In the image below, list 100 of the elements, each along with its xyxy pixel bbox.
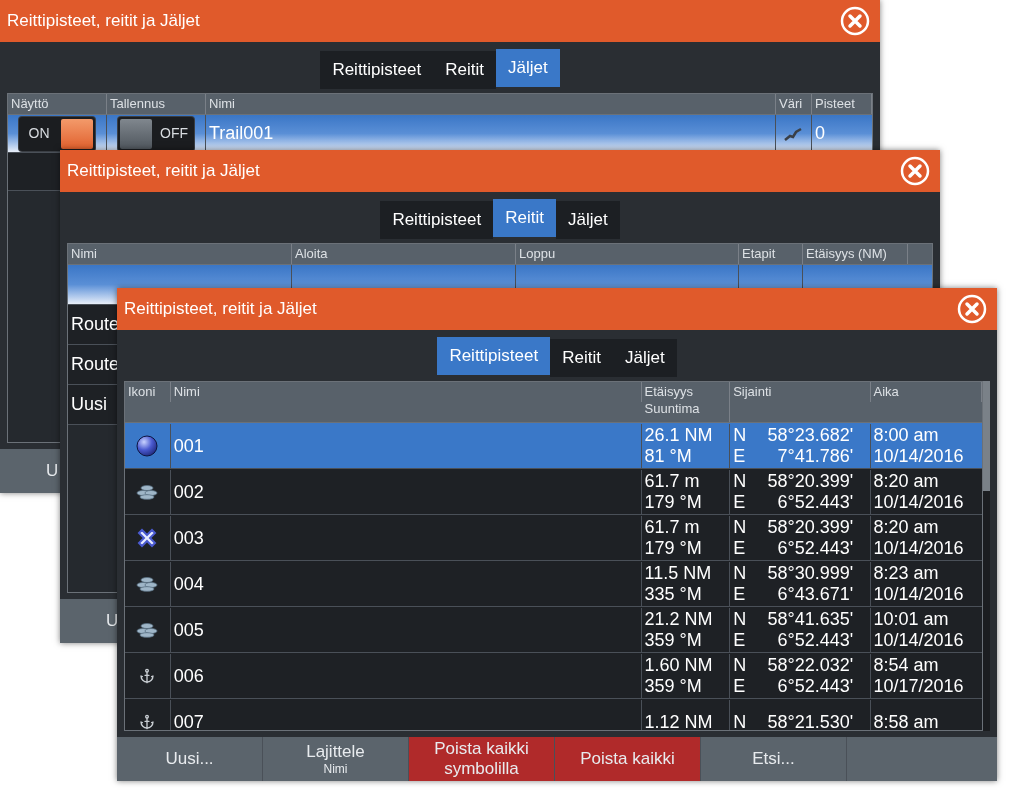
time: 10:01 am (873, 609, 950, 630)
toggle-switch[interactable]: ON (19, 116, 95, 151)
column-header[interactable]: Etapit (742, 245, 799, 262)
column-header[interactable]: Ikoni (128, 383, 167, 400)
date: 10/14/2016 (873, 446, 964, 467)
anchor-icon (139, 714, 156, 730)
table-row[interactable]: 001 26.1 NM 81 °M N 58°23.682' E 7°41.786' 8:00 am 10/14/2016 (125, 423, 982, 469)
hemisphere: N (733, 517, 748, 538)
column-header[interactable]: Aloita (295, 245, 512, 262)
toggle-switch[interactable]: OFF (118, 116, 194, 151)
close-icon[interactable] (957, 294, 987, 324)
column-header[interactable]: Etäisyys (NM) (806, 245, 904, 262)
table-row[interactable]: 003 61.7 m 179 °M N 58°20.399' E 6°52.443' 8:20 am 10/14/2016 (125, 515, 982, 561)
bottom-button[interactable]: Poista kaikki symbolilla (409, 737, 555, 781)
scrollbar[interactable] (983, 381, 990, 731)
column-header[interactable]: Tallennus (110, 95, 202, 112)
track-name: Trail001 (209, 122, 274, 145)
column-header[interactable]: Pisteet (815, 95, 868, 112)
waypoint-name: 004 (173, 572, 204, 596)
tab[interactable]: Reittipisteet (380, 201, 494, 239)
column-header[interactable]: Väri (779, 95, 808, 112)
hemisphere: E (733, 538, 747, 559)
date: 10/14/2016 (873, 584, 964, 605)
tab[interactable]: Jäljet (555, 201, 620, 239)
tab[interactable]: Reitit (493, 199, 556, 237)
bearing: 335 °M (644, 584, 703, 605)
column-header[interactable]: Etäisyys (644, 383, 727, 400)
distance: 61.7 m (644, 471, 701, 492)
longitude: 6°52.443' (776, 538, 854, 559)
latitude: 58°22.032' (766, 655, 854, 676)
time: 8:54 am (873, 655, 940, 676)
tab[interactable]: Reittipisteet (437, 337, 551, 375)
waypoint-name: 007 (173, 710, 204, 730)
latitude: 58°41.635' (766, 609, 854, 630)
column-header[interactable]: Loppu (519, 245, 735, 262)
table-row[interactable]: 006 1.60 NM 359 °M N 58°22.032' E 6°52.443' 8:54 am 10/17/2016 (125, 653, 982, 699)
distance: 61.7 m (644, 517, 701, 538)
hemisphere: E (733, 446, 747, 467)
bearing: 179 °M (644, 492, 702, 513)
waypoint-name: 006 (173, 664, 204, 688)
cross-icon (136, 527, 159, 549)
table-row[interactable]: 007 1.12 NM N 58°21.530' 8:58 am (125, 699, 982, 730)
close-icon[interactable] (900, 156, 930, 186)
close-icon[interactable] (840, 6, 870, 36)
time: 8:20 am (873, 471, 940, 492)
latitude: 58°30.999' (766, 563, 854, 584)
tab[interactable]: Reitit (433, 51, 496, 89)
date: 10/14/2016 (873, 492, 964, 513)
tab[interactable]: Jäljet (495, 49, 560, 87)
distance: 11.5 NM (644, 563, 712, 584)
date: 10/14/2016 (873, 538, 964, 559)
time: 8:20 am (873, 517, 940, 538)
longitude: 7°41.786' (776, 446, 854, 467)
time: 8:00 am (873, 425, 940, 446)
hemisphere: N (733, 609, 748, 630)
hemisphere: N (733, 425, 748, 446)
tab[interactable]: Reittipisteet (320, 51, 434, 89)
distance: 1.60 NM (644, 655, 713, 676)
column-header[interactable]: Sijainti (733, 383, 867, 400)
anchor-icon (139, 668, 156, 684)
bearing: 359 °M (644, 676, 703, 697)
latitude: 58°23.682' (766, 425, 854, 446)
route-name: Uusi (71, 393, 107, 416)
time: 8:23 am (873, 563, 940, 584)
distance: 26.1 NM (644, 425, 713, 446)
bearing: 81 °M (644, 446, 693, 467)
waypoint-name: 002 (173, 480, 204, 504)
fish-school-icon (135, 576, 160, 592)
distance: 21.2 NM (644, 609, 713, 630)
column-header[interactable]: Aika (873, 383, 978, 400)
column-header[interactable]: Näyttö (11, 95, 103, 112)
table-row[interactable]: ON OFF Trail001 0 (8, 115, 872, 153)
waypoint-name: 005 (173, 618, 204, 642)
window-title: Reittipisteet, reitit ja Jäljet (7, 10, 200, 33)
fish-school-icon (135, 622, 160, 638)
date: 10/17/2016 (873, 676, 964, 697)
hemisphere: N (733, 471, 748, 492)
hemisphere: N (733, 563, 748, 584)
latitude: 58°20.399' (766, 471, 854, 492)
tab[interactable]: Reitit (550, 339, 613, 377)
longitude: 6°52.443' (776, 630, 854, 651)
distance: 1.12 NM (644, 711, 713, 730)
table-row[interactable]: 004 11.5 NM 335 °M N 58°30.999' E 6°43.671' 8:23 am 10/14/2016 (125, 561, 982, 607)
column-header[interactable]: Nimi (173, 383, 638, 400)
tab[interactable]: Jäljet (612, 339, 677, 377)
route-name: Route (71, 313, 120, 336)
waypoint-name: 003 (173, 526, 204, 550)
latitude: 58°20.399' (766, 517, 854, 538)
column-header[interactable]: Nimi (209, 95, 772, 112)
table-row[interactable]: 002 61.7 m 179 °M N 58°20.399' E 6°52.443' 8:20 am 10/14/2016 (125, 469, 982, 515)
window-title: Reittipisteet, reitit ja Jäljet (124, 298, 317, 321)
longitude: 6°52.443' (776, 676, 854, 697)
table-row[interactable]: 005 21.2 NM 359 °M N 58°41.635' E 6°52.443' 10:01 am 10/14/2016 (125, 607, 982, 653)
bottom-button[interactable]: Poista kaikki (555, 737, 701, 781)
column-subheader: Suuntima (644, 400, 701, 417)
date: 10/14/2016 (873, 630, 964, 651)
longitude: 6°43.671' (776, 584, 854, 605)
hemisphere: E (733, 676, 747, 697)
bearing: 179 °M (644, 538, 702, 559)
column-header[interactable]: Nimi (71, 245, 288, 262)
